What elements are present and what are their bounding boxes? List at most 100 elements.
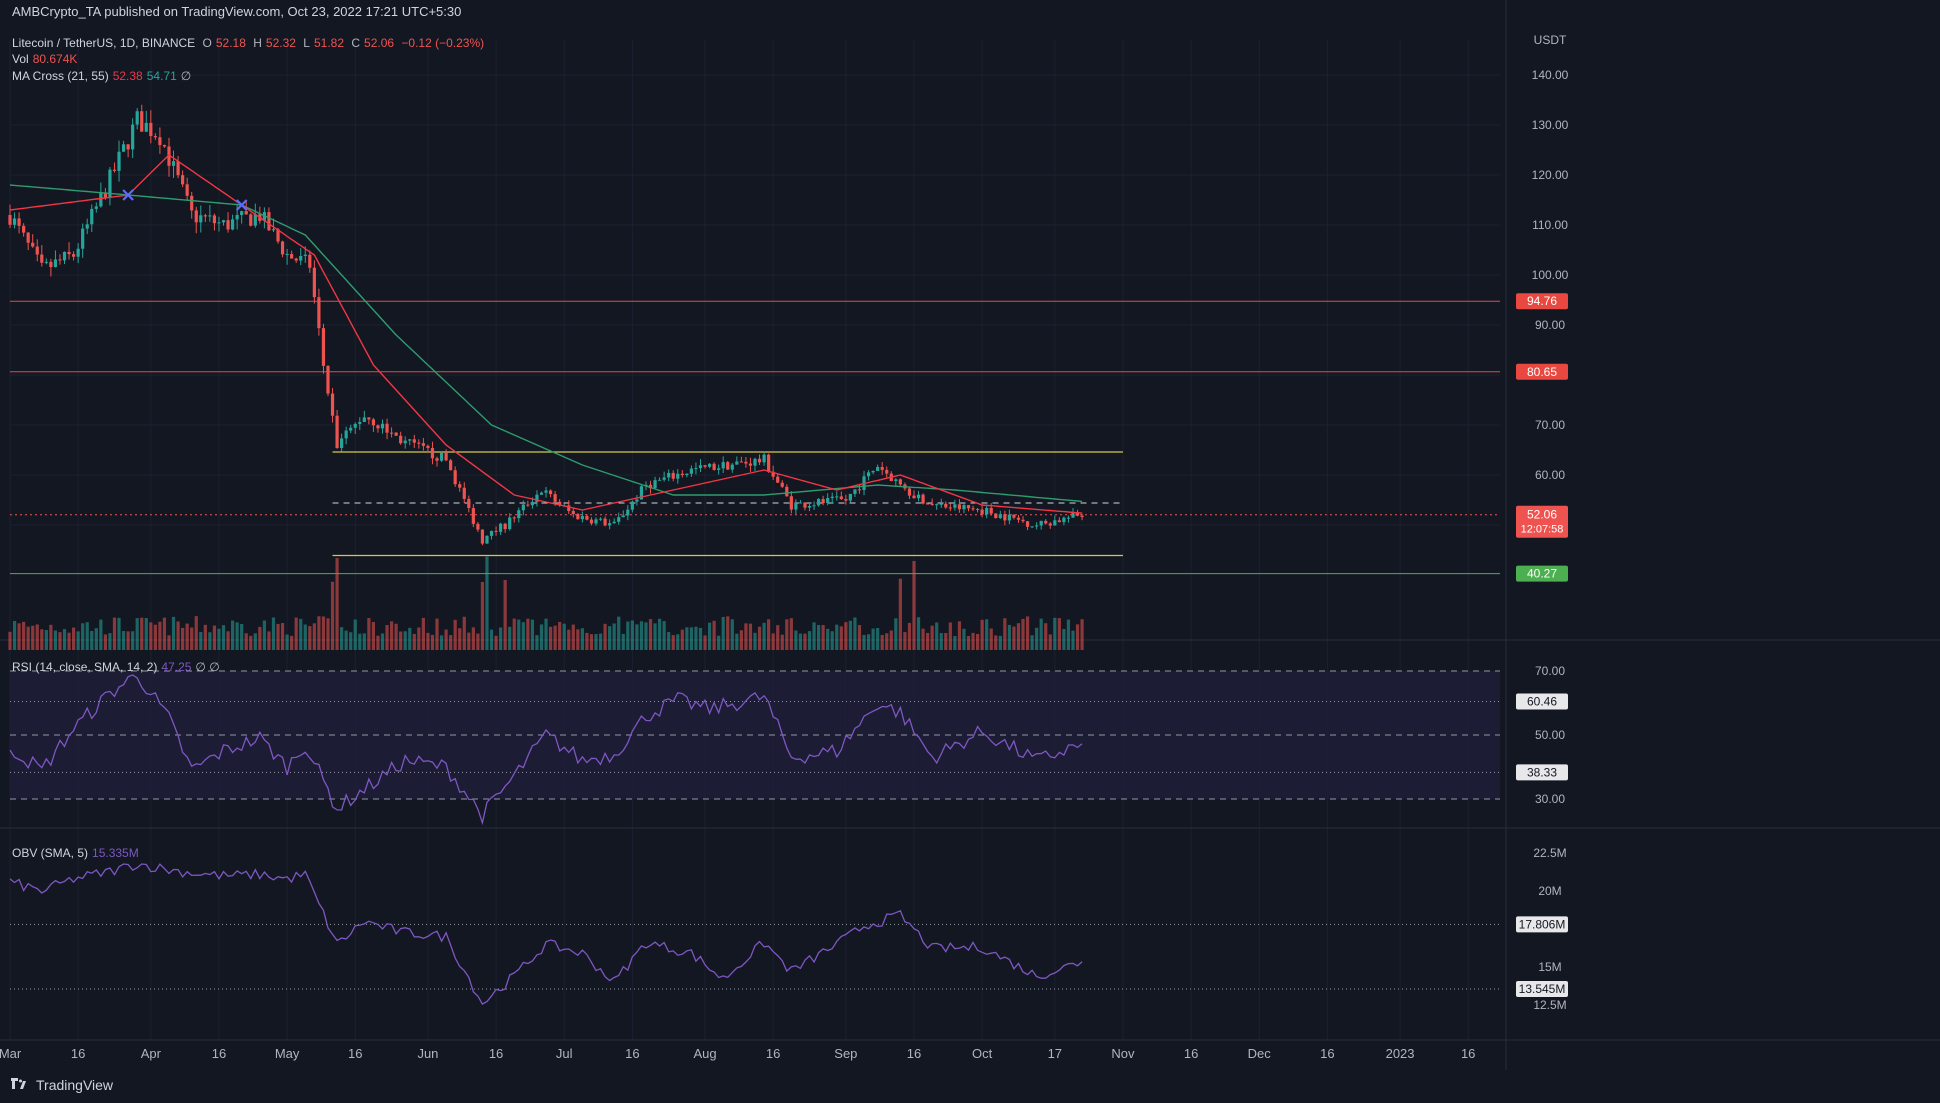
candle-body — [403, 440, 407, 444]
volume-bar — [40, 629, 44, 650]
volume-bar — [885, 633, 889, 650]
oscillator-axis-label: 30.00 — [1535, 792, 1565, 806]
time-axis-label: 16 — [766, 1046, 780, 1061]
volume-bar — [485, 556, 489, 650]
candle-body — [635, 499, 639, 502]
ma-cross-legend[interactable]: MA Cross (21, 55) 52.38 54.71 ∅ — [12, 69, 195, 83]
volume-bar — [644, 622, 648, 650]
volume-bar — [998, 635, 1002, 650]
price-axis-label: 140.00 — [1532, 68, 1569, 82]
volume-bar — [199, 632, 203, 650]
candle-body — [916, 494, 921, 499]
volume-label: Vol — [12, 52, 29, 66]
volume-bar — [558, 621, 562, 650]
candle-body — [499, 523, 503, 532]
volume-bar — [1021, 618, 1025, 650]
candle-body — [798, 502, 803, 504]
volume-bar — [489, 629, 494, 650]
volume-bar — [53, 630, 58, 650]
candle-body — [449, 460, 453, 471]
candle-body — [212, 215, 217, 224]
volume-bar — [562, 623, 566, 650]
candle-body — [780, 482, 784, 487]
volume-bar — [162, 617, 167, 650]
volume-bar — [866, 634, 871, 650]
candle-body — [112, 169, 117, 171]
volume-bar — [389, 621, 394, 650]
volume-bar — [1003, 618, 1007, 650]
volume-bar — [871, 628, 875, 650]
candle-body — [975, 508, 980, 510]
candle-body — [399, 435, 403, 444]
ohlc-low: 51.82 — [313, 36, 345, 50]
tradingview-brand[interactable]: TradingView — [10, 1077, 113, 1093]
candle-body — [1053, 520, 1057, 526]
volume-bar — [1030, 635, 1034, 650]
candle-body — [435, 458, 439, 461]
volume-bar — [517, 619, 521, 650]
candle-body — [857, 489, 862, 491]
volume-bar — [653, 623, 657, 650]
volume-bar — [194, 616, 198, 650]
volume-bar — [767, 619, 771, 650]
volume-bar — [149, 622, 153, 650]
candle-body — [144, 122, 148, 132]
candle-body — [898, 479, 902, 485]
volume-bar — [948, 622, 952, 650]
candle-body — [812, 505, 816, 507]
candle-body — [26, 232, 30, 243]
candle-body — [1016, 517, 1021, 520]
candle-body — [171, 161, 176, 166]
volume-legend[interactable]: Vol 80.674K — [12, 52, 81, 66]
volume-bar — [957, 621, 962, 650]
candle-body — [294, 258, 298, 261]
candle-body — [53, 259, 58, 267]
candle-body — [807, 505, 812, 508]
candle-body — [121, 144, 126, 152]
candle-body — [530, 502, 535, 506]
candle-body — [821, 499, 825, 503]
candle-body — [453, 470, 457, 485]
volume-bar — [707, 622, 712, 650]
candle-body — [503, 523, 507, 530]
volume-bar — [930, 625, 934, 650]
volume-bar — [290, 635, 294, 650]
candle-body — [353, 423, 357, 428]
volume-bar — [1080, 619, 1084, 650]
symbol-legend[interactable]: Litecoin / TetherUS, 1D, BINANCE O 52.18 … — [12, 36, 488, 50]
ohlc-close: 52.06 — [364, 36, 395, 50]
time-axis-label: Sep — [834, 1046, 857, 1061]
candle-body — [158, 137, 162, 146]
volume-bar — [935, 622, 939, 650]
volume-bar — [667, 632, 671, 650]
candle-body — [608, 523, 612, 526]
volume-bar — [49, 624, 53, 650]
candle-body — [998, 514, 1002, 519]
volume-bar — [939, 633, 943, 650]
tradingview-chart[interactable]: 140.00130.00120.00110.00100.0090.0080.00… — [0, 0, 1940, 1103]
candle-body — [744, 461, 748, 464]
rsi-legend[interactable]: RSI (14, close, SMA, 14, 2) 47.25 ∅ ∅ — [12, 660, 224, 674]
volume-bar — [735, 633, 739, 650]
candle-body — [285, 253, 289, 255]
candle-body — [521, 504, 525, 511]
ma-extra: ∅ — [180, 69, 192, 83]
volume-bar — [417, 627, 421, 650]
candle-body — [240, 211, 244, 215]
candle-body — [221, 220, 226, 223]
volume-bar — [276, 623, 280, 650]
candle-body — [467, 498, 471, 509]
candle-body — [876, 467, 880, 471]
volume-bar — [190, 627, 194, 650]
candle-body — [571, 510, 575, 515]
candle-body — [149, 122, 153, 137]
oscillator-axis-label: 70.00 — [1535, 664, 1565, 678]
obv-legend[interactable]: OBV (SMA, 5) 15.335M — [12, 846, 143, 860]
candle-body — [1003, 514, 1007, 521]
candle-body — [689, 468, 694, 474]
volume-bar — [717, 635, 721, 650]
candle-body — [1021, 519, 1025, 522]
volume-bar — [267, 631, 271, 650]
candle-body — [594, 519, 598, 524]
volume-bar — [503, 580, 507, 650]
